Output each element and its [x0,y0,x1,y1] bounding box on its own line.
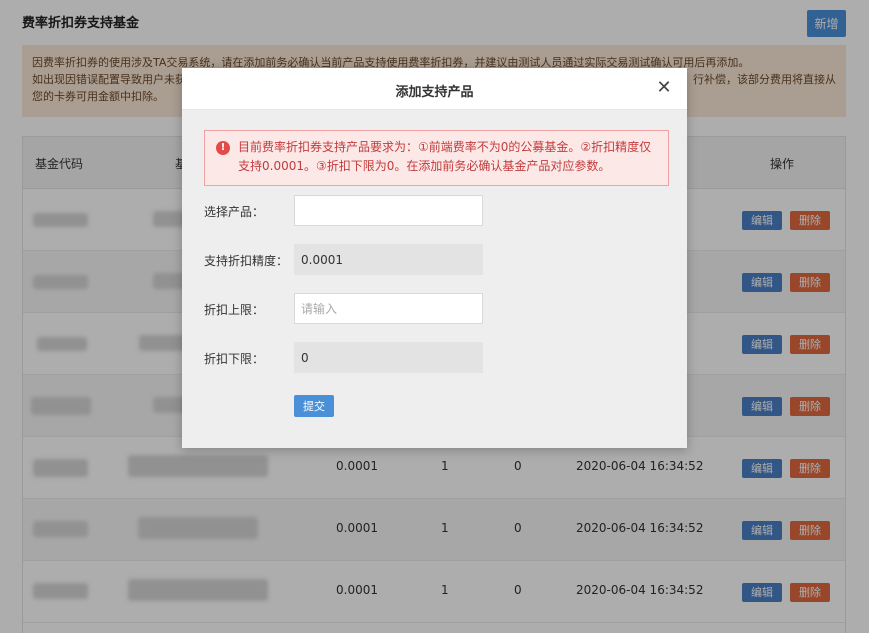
upper-limit-input[interactable] [294,293,483,324]
product-select-input[interactable] [294,195,483,226]
alert-text: 目前费率折扣券支持产品要求为：①前端费率不为0的公募基金。②折扣精度仅支持0.0… [238,140,652,173]
precision-label: 支持折扣精度： [204,254,289,268]
close-icon[interactable]: ✕ [654,78,674,98]
lower-limit-label: 折扣下限： [204,352,265,366]
precision-field [294,244,483,275]
requirements-alert: ! 目前费率折扣券支持产品要求为：①前端费率不为0的公募基金。②折扣精度仅支持0… [204,130,669,186]
product-label: 选择产品： [204,205,265,219]
exclamation-circle-icon: ! [216,141,230,155]
submit-button[interactable]: 提交 [294,395,334,417]
modal-title: 添加支持产品 [395,85,474,100]
lower-limit-field [294,342,483,373]
upper-limit-label: 折扣上限： [204,303,265,317]
add-product-modal: 添加支持产品 ✕ ! 目前费率折扣券支持产品要求为：①前端费率不为0的公募基金。… [182,68,687,448]
modal-header: 添加支持产品 ✕ [182,68,687,110]
